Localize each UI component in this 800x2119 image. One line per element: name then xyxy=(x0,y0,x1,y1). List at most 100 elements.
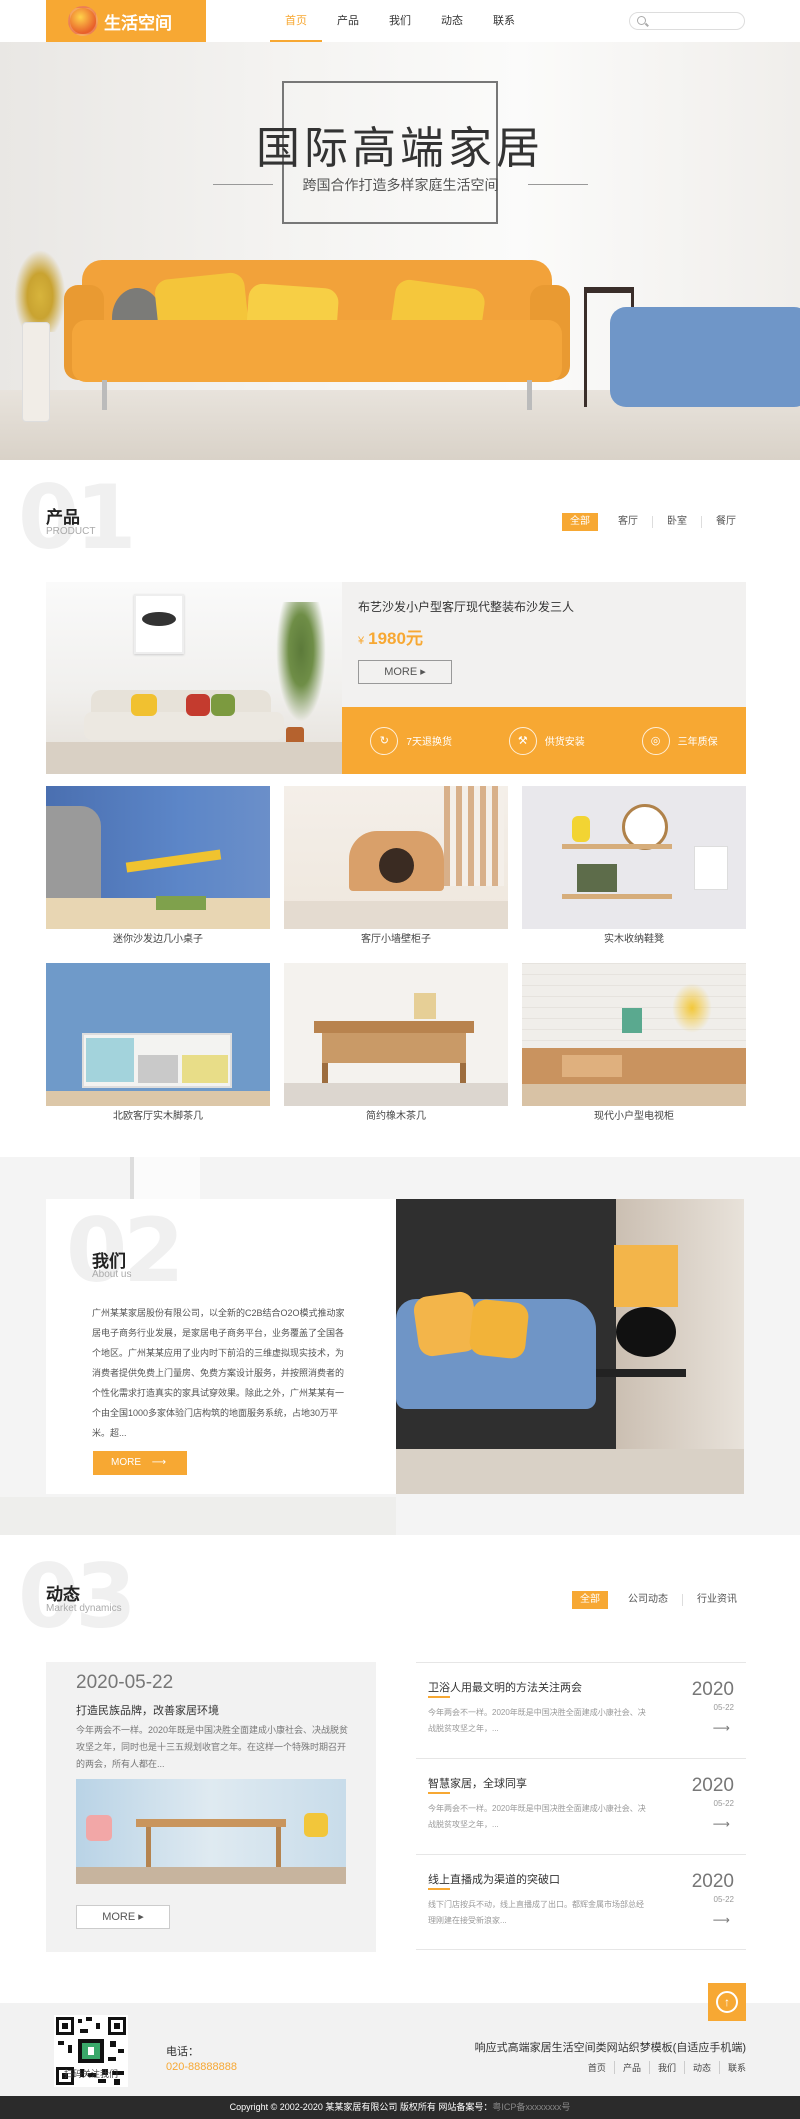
featured-news[interactable]: 2020-05-22 打造民族品牌，改善家居环境 今年两会不一样。2020年既是… xyxy=(46,1662,376,1952)
site-header: 生活空间 首页 产品 我们 动态 联系 xyxy=(0,0,800,42)
footer-nav: 首页 产品 我们 动态 联系 xyxy=(580,2061,746,2074)
icp-link[interactable]: 粤ICP备xxxxxxxx号 xyxy=(492,2102,570,2112)
products-subtitle: PRODUCT xyxy=(46,526,96,537)
hero-vase xyxy=(22,322,50,422)
about-more-button[interactable]: MORE ⟶ xyxy=(93,1451,187,1475)
arrow-right-icon[interactable]: ⟶ xyxy=(713,1913,730,1927)
products-title: 产品 xyxy=(46,508,80,527)
featured-product[interactable]: 布艺沙发小户型客厅现代整装布沙发三人 ¥1980元 MORE ▸ ↻ 7天退换货 … xyxy=(46,582,746,774)
product-image[interactable] xyxy=(522,786,746,929)
arrow-right-icon[interactable]: ⟶ xyxy=(713,1817,730,1831)
about-card: 02 我们 About us 广州某某家居股份有限公司，以全新的C2B结合O2O… xyxy=(46,1199,396,1494)
service-bar: ↻ 7天退换货 ⚒ 供货安装 ◎ 三年质保 xyxy=(342,707,746,774)
sun-logo-icon xyxy=(68,6,98,36)
about-text: 广州某某家居股份有限公司，以全新的C2B结合O2O模式推动家居电子商务行业发展，… xyxy=(92,1308,345,1438)
product-name[interactable]: 简约橡木茶几 xyxy=(284,1106,508,1126)
tab-all[interactable]: 全部 xyxy=(562,513,598,531)
footer-link-home[interactable]: 首页 xyxy=(580,2061,615,2074)
footer-link-contact[interactable]: 联系 xyxy=(720,2061,746,2074)
nav-products[interactable]: 产品 xyxy=(322,0,374,42)
news-item-underline xyxy=(428,1888,450,1890)
featured-product-image[interactable] xyxy=(46,582,342,774)
product-name[interactable]: 实木收纳鞋凳 xyxy=(522,929,746,949)
about-subtitle: About us xyxy=(92,1269,132,1280)
hero-subtitle: 跨国合作打造多样家庭生活空间 xyxy=(213,175,588,195)
hero-banner: 国际高端家居 跨国合作打造多样家庭生活空间 01 02 03 ◀ ▶ xyxy=(0,42,800,460)
news-item-date: 05-22 xyxy=(713,1799,734,1808)
product-grid: 迷你沙发边几小桌子 客厅小墙壁柜子 实木收纳鞋凳 北欧客厅实木脚茶几 简约橡木茶… xyxy=(46,786,746,1126)
product-name[interactable]: 北欧客厅实木脚茶几 xyxy=(46,1106,270,1126)
featured-product-info: 布艺沙发小户型客厅现代整装布沙发三人 ¥1980元 MORE ▸ xyxy=(342,582,746,707)
hero-blue-chair xyxy=(610,307,800,407)
product-card[interactable]: 实木收纳鞋凳 xyxy=(522,786,746,949)
return-icon: ↻ xyxy=(370,726,399,755)
about-image xyxy=(396,1199,744,1494)
featured-news-more-button[interactable]: MORE ▸ xyxy=(76,1905,170,1929)
copyright-text: Copyright © 2002-2020 某某家居有限公司 版权所有 网站备案… xyxy=(229,2102,493,2112)
install-icon: ⚒ xyxy=(508,726,537,755)
service-warranty-label: 三年质保 xyxy=(677,737,718,748)
news-item[interactable]: 智慧家居，全球同享 今年两会不一样。2020年既是中国决胜全面建成小康社会、决战… xyxy=(416,1758,746,1854)
news-item-underline xyxy=(428,1696,450,1698)
footer-link-products[interactable]: 产品 xyxy=(615,2061,650,2074)
back-to-top-button[interactable]: ↑ xyxy=(708,1983,746,2021)
product-image[interactable] xyxy=(522,963,746,1106)
footer-site-name: 响应式高端家居生活空间类网站织梦模板(自适应手机端) xyxy=(474,2042,746,2054)
tab-bedroom[interactable]: 卧室 xyxy=(652,516,701,528)
product-card[interactable]: 现代小户型电视柜 xyxy=(522,963,746,1126)
tab-dining-room[interactable]: 餐厅 xyxy=(701,516,750,528)
hero-title: 国际高端家居 xyxy=(256,123,544,174)
logo[interactable]: 生活空间 xyxy=(46,0,206,42)
product-image[interactable] xyxy=(46,786,270,929)
product-card[interactable]: 迷你沙发边几小桌子 xyxy=(46,786,270,949)
news-item-title[interactable]: 线上直播成为渠道的突破口 xyxy=(428,1871,560,1887)
nav-about[interactable]: 我们 xyxy=(374,0,426,42)
hero-sofa xyxy=(64,260,570,410)
site-footer: 扫码关注我们 电话： 020-88888888 ↑ 响应式高端家居生活空间类网站… xyxy=(0,1983,800,2096)
product-image[interactable] xyxy=(46,963,270,1106)
tab-company-news[interactable]: 公司动态 xyxy=(614,1594,682,1606)
tab-living-room[interactable]: 客厅 xyxy=(604,516,652,528)
news-item-summary: 线下门店按兵不动，线上直播成了出口。都辉金属市场部总经理刚建在接受新浪家... xyxy=(428,1900,644,1925)
tab-industry-news[interactable]: 行业资讯 xyxy=(682,1594,751,1606)
footer-link-about[interactable]: 我们 xyxy=(650,2061,685,2074)
footer-link-news[interactable]: 动态 xyxy=(685,2061,720,2074)
featured-more-button[interactable]: MORE ▸ xyxy=(358,660,452,684)
price-value: 1980元 xyxy=(368,629,423,648)
featured-product-title[interactable]: 布艺沙发小户型客厅现代整装布沙发三人 xyxy=(358,598,574,615)
product-card[interactable]: 简约橡木茶几 xyxy=(284,963,508,1126)
qr-caption: 扫码关注我们 xyxy=(63,2069,118,2079)
search-icon[interactable] xyxy=(637,16,646,25)
product-image[interactable] xyxy=(284,786,508,929)
service-install-label: 供货安装 xyxy=(544,737,585,748)
news-item-date: 05-22 xyxy=(713,1895,734,1904)
logo-text: 生活空间 xyxy=(104,13,172,34)
news-item[interactable]: 线上直播成为渠道的突破口 线下门店按兵不动，线上直播成了出口。都辉金属市场部总经… xyxy=(416,1854,746,1950)
arrow-right-icon[interactable]: ⟶ xyxy=(713,1721,730,1735)
product-name[interactable]: 现代小户型电视柜 xyxy=(522,1106,746,1126)
service-return: ↻ 7天退换货 xyxy=(370,726,452,755)
about-section: 02 我们 About us 广州某某家居股份有限公司，以全新的C2B结合O2O… xyxy=(0,1157,800,1535)
product-card[interactable]: 北欧客厅实木脚茶几 xyxy=(46,963,270,1126)
service-warranty: ◎ 三年质保 xyxy=(641,726,718,755)
product-name[interactable]: 迷你沙发边几小桌子 xyxy=(46,929,270,949)
news-item-summary: 今年两会不一样。2020年既是中国决胜全面建成小康社会、决战脱贫攻坚之年，... xyxy=(428,1708,646,1733)
news-item-year: 2020 xyxy=(691,1871,734,1892)
tab-news-all[interactable]: 全部 xyxy=(572,1591,608,1609)
nav-home[interactable]: 首页 xyxy=(270,0,322,42)
phone-number[interactable]: 020-88888888 xyxy=(166,2061,237,2073)
search-input[interactable] xyxy=(629,12,745,30)
news-item-title[interactable]: 智慧家居，全球同享 xyxy=(428,1775,527,1791)
arrow-right-icon: ⟶ xyxy=(151,1457,167,1468)
product-card[interactable]: 客厅小墙壁柜子 xyxy=(284,786,508,949)
warranty-icon: ◎ xyxy=(641,726,670,755)
nav-contact[interactable]: 联系 xyxy=(478,0,530,42)
nav-news[interactable]: 动态 xyxy=(426,0,478,42)
news-title: 动态 xyxy=(46,1585,80,1604)
featured-news-title[interactable]: 打造民族品牌，改善家居环境 xyxy=(76,1702,219,1718)
news-item-title[interactable]: 卫浴人用最文明的方法关注两会 xyxy=(428,1679,582,1695)
product-name[interactable]: 客厅小墙壁柜子 xyxy=(284,929,508,949)
news-item[interactable]: 卫浴人用最文明的方法关注两会 今年两会不一样。2020年既是中国决胜全面建成小康… xyxy=(416,1662,746,1758)
featured-news-image[interactable] xyxy=(76,1779,346,1884)
product-image[interactable] xyxy=(284,963,508,1106)
